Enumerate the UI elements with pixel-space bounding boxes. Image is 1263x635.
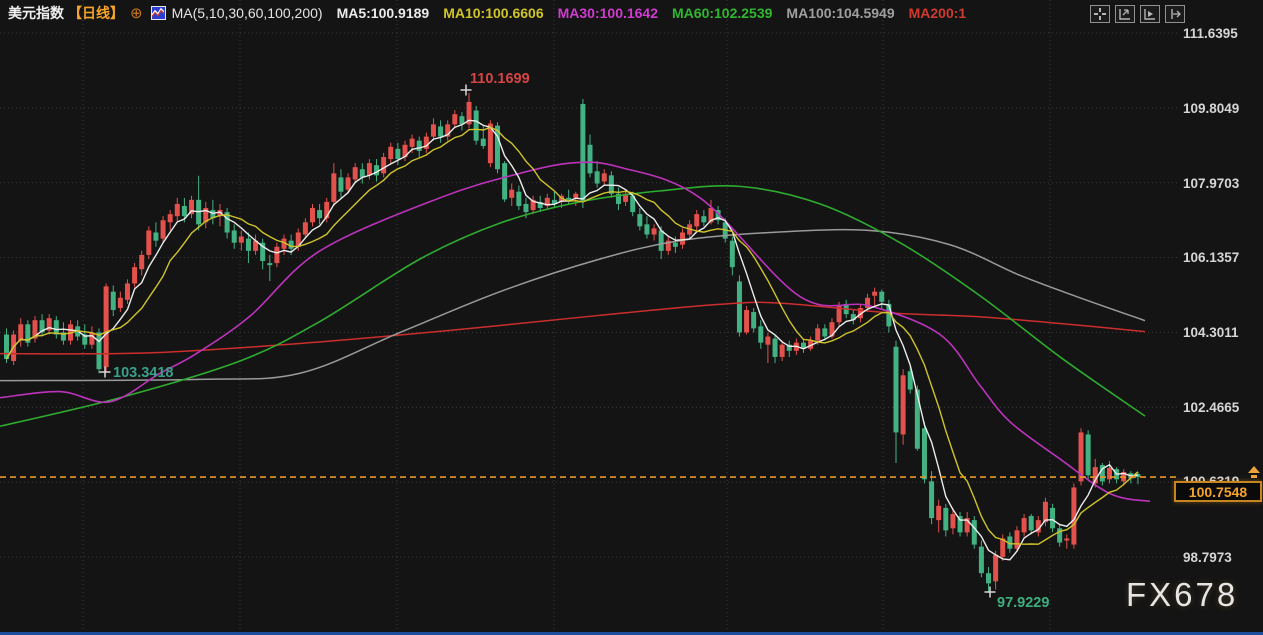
ma60-value: MA60:102.2539 — [672, 5, 772, 21]
ma200-value: MA200:1 — [909, 5, 967, 21]
circle-plus-icon[interactable]: ⊕ — [130, 4, 143, 22]
shift-right-icon[interactable] — [1165, 5, 1185, 23]
low-price-annotation: 97.9229 — [997, 595, 1049, 611]
y-axis-label: 109.8049 — [1183, 101, 1239, 116]
y-axis-label: 98.7973 — [1183, 550, 1232, 565]
pan-icon[interactable] — [1090, 5, 1110, 23]
chart-header: 美元指数 【日线】 ⊕ MA(5,10,30,60,100,200) MA5:1… — [0, 0, 1263, 26]
candlestick-chart[interactable] — [0, 0, 1263, 635]
y-axis-label: 107.9703 — [1183, 176, 1239, 191]
ma-group-label: MA(5,10,30,60,100,200) — [172, 5, 323, 21]
ma10-value: MA10:100.6606 — [443, 5, 543, 21]
mini-line-chart-icon[interactable] — [151, 6, 166, 20]
chart-toolbar — [1090, 5, 1185, 23]
y-axis-label: 104.3011 — [1183, 325, 1239, 340]
mid-low-price-annotation: 103.3418 — [113, 365, 173, 381]
price-up-arrow-icon — [1246, 464, 1262, 485]
axis-left-arrow-icon[interactable] — [1115, 5, 1135, 23]
dollar-index-chart-window: 美元指数 【日线】 ⊕ MA(5,10,30,60,100,200) MA5:1… — [0, 0, 1263, 635]
ma5-value: MA5:100.9189 — [337, 5, 430, 21]
axis-play-icon[interactable] — [1140, 5, 1160, 23]
y-axis-label: 106.1357 — [1183, 250, 1239, 265]
y-axis-label: 102.4665 — [1183, 400, 1239, 415]
ma100-value: MA100:104.5949 — [786, 5, 894, 21]
fx678-watermark: FX678 — [1126, 576, 1238, 614]
high-price-annotation: 110.1699 — [470, 71, 530, 87]
timeframe-label[interactable]: 【日线】 — [68, 3, 124, 23]
y-axis-label: 111.6395 — [1183, 26, 1238, 41]
symbol-name: 美元指数 — [8, 3, 64, 23]
ma30-value: MA30:100.1642 — [558, 5, 658, 21]
